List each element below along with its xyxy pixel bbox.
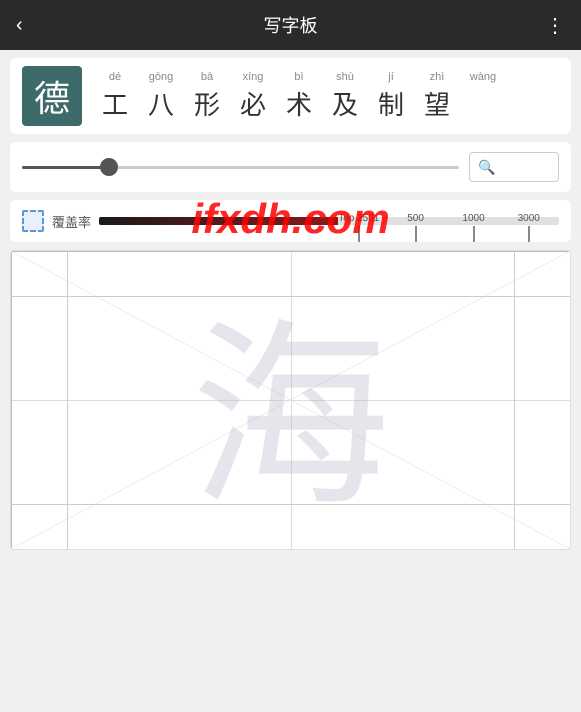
marker-1000-label: 1000 bbox=[462, 213, 484, 224]
pinyin-bi: bì bbox=[276, 71, 322, 83]
selected-char-card[interactable]: 德 bbox=[22, 66, 82, 126]
hanzi-ji[interactable]: 及 bbox=[322, 85, 368, 122]
grid-h-2 bbox=[11, 504, 570, 505]
char-card-area: 德 dé gōng bā xíng bì shù jí zhì wàng 工 八… bbox=[10, 58, 571, 134]
marker-500-label: 500 bbox=[407, 213, 424, 224]
menu-button[interactable]: ⋮ bbox=[545, 13, 565, 38]
pinyin-row: dé gōng bā xíng bì shù jí zhì wàng bbox=[92, 71, 559, 83]
coverage-icon bbox=[22, 210, 44, 232]
slider-fill bbox=[22, 166, 109, 169]
app-header: ‹ 写字板 ⋮ bbox=[0, 0, 581, 50]
hanzi-xing[interactable]: 形 bbox=[184, 85, 230, 122]
marker-1000-line bbox=[473, 226, 475, 242]
hanzi-shu[interactable]: 术 bbox=[276, 85, 322, 122]
slider-track bbox=[22, 166, 459, 169]
pinyin-ji: jí bbox=[368, 71, 414, 83]
coverage-label: 覆盖率 bbox=[52, 212, 91, 231]
grid-bottom bbox=[11, 549, 570, 550]
watermark: ifxdh.com bbox=[191, 195, 389, 243]
page-title: 写字板 bbox=[264, 12, 318, 38]
pinyin-de: dé bbox=[92, 71, 138, 83]
back-button[interactable]: ‹ bbox=[16, 14, 23, 37]
hanzi-row: 工 八 形 必 术 及 制 望 bbox=[92, 85, 559, 122]
hanzi-gong[interactable]: 工 bbox=[92, 85, 138, 122]
difficulty-slider[interactable] bbox=[22, 157, 459, 177]
search-box[interactable]: 🔍 bbox=[469, 152, 559, 182]
pinyin-wang: wàng bbox=[460, 71, 506, 83]
marker-500: 500 bbox=[407, 213, 424, 242]
grid-right bbox=[570, 251, 571, 549]
marker-3000-label: 3000 bbox=[518, 213, 540, 224]
grid-top bbox=[11, 251, 570, 252]
hanzi-wang[interactable]: 望 bbox=[414, 85, 460, 122]
search-icon: 🔍 bbox=[478, 159, 495, 176]
writing-area[interactable]: 海 bbox=[10, 250, 571, 550]
pinyin-ba: bā bbox=[184, 71, 230, 83]
marker-3000: 3000 bbox=[518, 213, 540, 242]
pinyin-zhi: zhì bbox=[414, 71, 460, 83]
hanzi-bi[interactable]: 必 bbox=[230, 85, 276, 122]
slider-thumb[interactable] bbox=[100, 158, 118, 176]
hanzi-zhi[interactable]: 制 bbox=[368, 85, 414, 122]
marker-500-line bbox=[415, 226, 417, 242]
pinyin-gong: gōng bbox=[138, 71, 184, 83]
pinyin-xing: xíng bbox=[230, 71, 276, 83]
pinyin-shu: shù bbox=[322, 71, 368, 83]
marker-3000-line bbox=[528, 226, 530, 242]
marker-1000: 1000 bbox=[462, 213, 484, 242]
controls-area: 🔍 bbox=[10, 142, 571, 192]
char-suggestion-list: dé gōng bā xíng bì shù jí zhì wàng 工 八 形… bbox=[92, 71, 559, 122]
hanzi-ba[interactable]: 八 bbox=[138, 85, 184, 122]
grid-h-1 bbox=[11, 296, 570, 297]
